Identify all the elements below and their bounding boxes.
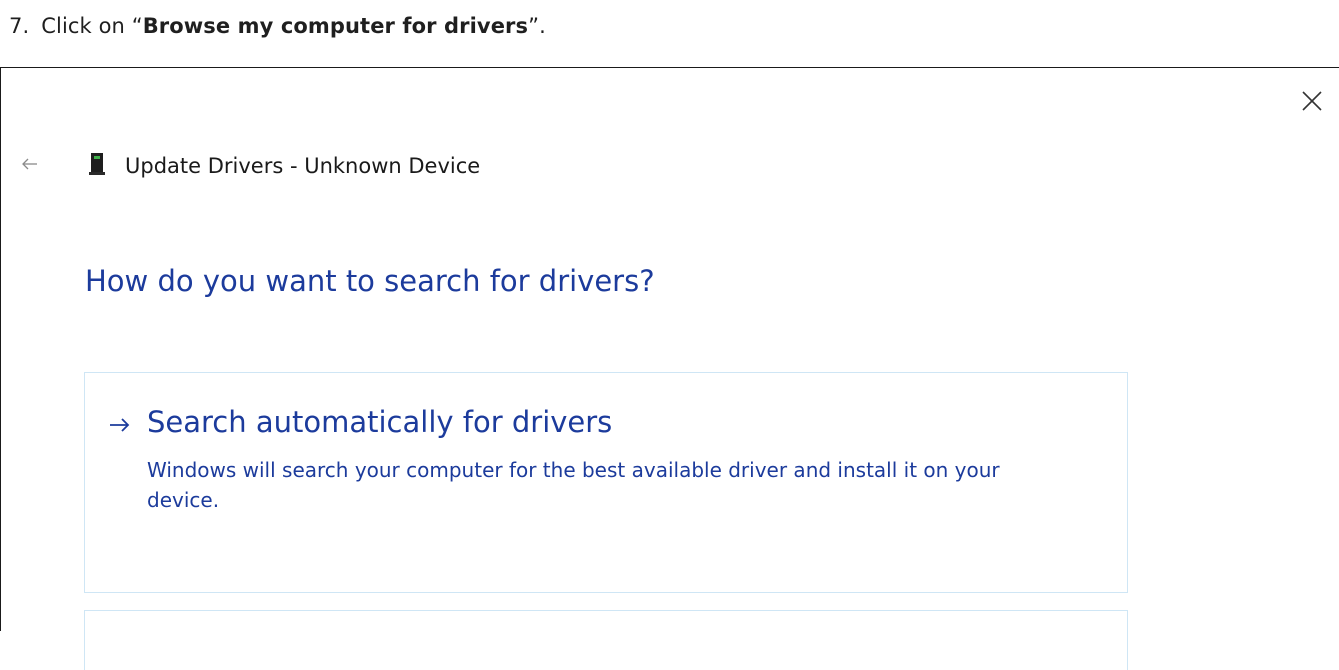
instruction-text: 7. Click on “Browse my computer for drive… [9, 14, 546, 38]
browse-computer-option[interactable] [84, 610, 1128, 670]
update-drivers-dialog: Update Drivers - Unknown Device How do y… [0, 67, 1339, 670]
close-button[interactable] [1297, 86, 1327, 116]
instruction-prefix: Click on “ [41, 14, 143, 38]
arrow-right-icon [110, 418, 130, 432]
device-icon [89, 152, 105, 176]
page-heading: How do you want to search for drivers? [85, 264, 655, 298]
dialog-title: Update Drivers - Unknown Device [125, 154, 481, 178]
option-description: Windows will search your computer for th… [147, 458, 1000, 512]
back-button[interactable] [21, 156, 41, 172]
close-icon [1302, 91, 1322, 111]
step-number: 7. [9, 14, 30, 38]
option-title: Search automatically for drivers [147, 405, 613, 439]
instruction-suffix: ”. [528, 14, 546, 38]
search-automatically-option[interactable]: Search automatically for drivers Windows… [84, 372, 1128, 593]
back-arrow-icon [22, 158, 37, 170]
instruction-bold-target: Browse my computer for drivers [142, 14, 529, 38]
